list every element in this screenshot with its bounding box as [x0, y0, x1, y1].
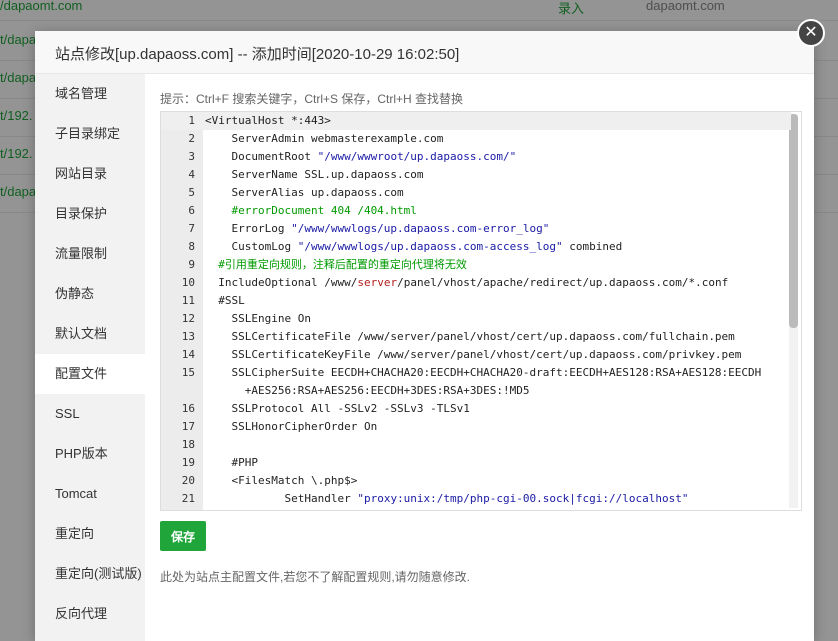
line-number: 2 — [188, 132, 195, 145]
code-line: 12 SSLEngine On — [161, 310, 791, 328]
code-line: 18 — [161, 436, 791, 454]
code-text: ErrorLog "/www/wwwlogs/up.dapaoss.com-er… — [205, 222, 550, 235]
code-text: IncludeOptional /www/server/panel/vhost/… — [205, 276, 729, 289]
code-line: 13 SSLCertificateFile /www/server/panel/… — [161, 328, 791, 346]
code-line: 6 #errorDocument 404 /404.html — [161, 202, 791, 220]
config-warning-note: 此处为站点主配置文件,若您不了解配置规则,请勿随意修改. — [160, 570, 471, 584]
code-line: 11 #SSL — [161, 292, 791, 310]
code-text: <FilesMatch \.php$> — [205, 474, 358, 487]
code-line: 15 SSLCipherSuite EECDH+CHACHA20:EECDH+C… — [161, 364, 791, 382]
modal-header: 站点修改[up.dapaoss.com] -- 添加时间[2020-10-29 … — [35, 31, 814, 74]
code-line: 20 <FilesMatch \.php$> — [161, 472, 791, 490]
line-number: 19 — [181, 456, 195, 469]
code-text: SSLEngine On — [205, 312, 311, 325]
code-text: DocumentRoot "/www/wwwroot/up.dapaoss.co… — [205, 150, 517, 163]
line-number: 12 — [181, 312, 195, 325]
code-text: +AES256:RSA+AES256:EECDH+3DES:RSA+3DES:!… — [205, 384, 530, 397]
code-text: ServerAlias up.dapaoss.com — [205, 186, 404, 199]
line-number: 14 — [181, 348, 195, 361]
code-line: 3 DocumentRoot "/www/wwwroot/up.dapaoss.… — [161, 148, 791, 166]
sidebar-item[interactable]: 域名管理 — [35, 74, 145, 114]
code-line: 1 <VirtualHost *:443> — [161, 112, 791, 130]
config-file-panel: 提示：Ctrl+F 搜索关键字，Ctrl+S 保存，Ctrl+H 查找替换 1 <… — [145, 74, 814, 641]
line-number: 8 — [188, 240, 195, 253]
settings-sidebar: 域名管理 子目录绑定 网站目录 目录保护 流量限制 伪静态 默认文档 配置文件 SSL PHP版本… — [35, 74, 145, 641]
sidebar-item[interactable]: 伪静态 — [35, 274, 145, 314]
line-number: 10 — [181, 276, 195, 289]
code-line: 17 SSLHonorCipherOrder On — [161, 418, 791, 436]
code-text: #引用重定向规则，注释后配置的重定向代理将无效 — [205, 258, 467, 271]
code-line: 9 #引用重定向规则，注释后配置的重定向代理将无效 — [161, 256, 791, 274]
line-number: 13 — [181, 330, 195, 343]
line-number: 6 — [188, 204, 195, 217]
line-number: 11 — [181, 294, 195, 307]
line-number: 17 — [181, 420, 195, 433]
code-line: 8 CustomLog "/www/wwwlogs/up.dapaoss.com… — [161, 238, 791, 256]
code-line: 2 ServerAdmin webmasterexample.com — [161, 130, 791, 148]
sidebar-item[interactable]: 流量限制 — [35, 234, 145, 274]
line-number: 18 — [181, 438, 195, 451]
line-number: 4 — [188, 168, 195, 181]
line-number: 21 — [181, 492, 195, 505]
line-number: 16 — [181, 402, 195, 415]
code-line: 10 IncludeOptional /www/server/panel/vho… — [161, 274, 791, 292]
code-text: #SSL — [205, 294, 245, 307]
code-text: SSLCipherSuite EECDH+CHACHA20:EECDH+CHAC… — [205, 366, 762, 379]
code-text: CustomLog "/www/wwwlogs/up.dapaoss.com-a… — [205, 240, 623, 253]
code-text: #errorDocument 404 /404.html — [205, 204, 417, 217]
line-number: 1 — [188, 114, 195, 127]
code-editor[interactable]: 1 <VirtualHost *:443> 2 ServerAdmin webmas… — [160, 111, 802, 511]
modal-title: 站点修改[up.dapaoss.com] -- 添加时间[2020-10-29 … — [55, 46, 460, 63]
site-edit-modal: 站点修改[up.dapaoss.com] -- 添加时间[2020-10-29 … — [35, 31, 814, 641]
code-text: SSLCertificateFile /www/server/panel/vho… — [205, 330, 735, 343]
code-text: ServerName SSL.up.dapaoss.com — [205, 168, 424, 181]
code-line: 7 ErrorLog "/www/wwwlogs/up.dapaoss.com-… — [161, 220, 791, 238]
sidebar-item[interactable]: 配置文件 — [35, 354, 145, 394]
line-number: 9 — [188, 258, 195, 271]
sidebar-item[interactable]: 默认文档 — [35, 314, 145, 354]
sidebar-item[interactable]: 目录保护 — [35, 194, 145, 234]
code-text: SSLHonorCipherOrder On — [205, 420, 378, 433]
sidebar-item[interactable]: SSL — [35, 394, 145, 434]
line-number: 3 — [188, 150, 195, 163]
code-line: 5 ServerAlias up.dapaoss.com — [161, 184, 791, 202]
sidebar-item[interactable]: 重定向(测试版) — [35, 554, 145, 594]
line-number: 7 — [188, 222, 195, 235]
line-number: 5 — [188, 186, 195, 199]
code-line: 16 SSLProtocol All -SSLv2 -SSLv3 -TLSv1 — [161, 400, 791, 418]
code-text: SSLProtocol All -SSLv2 -SSLv3 -TLSv1 — [205, 402, 470, 415]
code-text: SetHandler "proxy:unix:/tmp/php-cgi-00.s… — [205, 492, 689, 505]
sidebar-item[interactable]: 网站目录 — [35, 154, 145, 194]
line-number: 20 — [181, 474, 195, 487]
close-icon[interactable]: ✕ — [797, 19, 825, 47]
code-line: 14 SSLCertificateKeyFile /www/server/pan… — [161, 346, 791, 364]
code-line: 19 #PHP — [161, 454, 791, 472]
code-line: 21 SetHandler "proxy:unix:/tmp/php-cgi-0… — [161, 490, 791, 508]
sidebar-item[interactable]: 子目录绑定 — [35, 114, 145, 154]
sidebar-item[interactable]: PHP版本 — [35, 434, 145, 474]
sidebar-item[interactable]: 重定向 — [35, 514, 145, 554]
code-text: <VirtualHost *:443> — [205, 114, 331, 127]
code-line: +AES256:RSA+AES256:EECDH+3DES:RSA+3DES:!… — [161, 382, 791, 400]
sidebar-item[interactable]: 反向代理 — [35, 594, 145, 634]
code-line: 4 ServerName SSL.up.dapaoss.com — [161, 166, 791, 184]
line-number: 15 — [181, 366, 195, 379]
code-text: #PHP — [205, 456, 258, 469]
editor-shortcut-hint: 提示：Ctrl+F 搜索关键字，Ctrl+S 保存，Ctrl+H 查找替换 — [160, 92, 464, 106]
code-text: ServerAdmin webmasterexample.com — [205, 132, 444, 145]
sidebar-item[interactable]: Tomcat — [35, 474, 145, 514]
save-button[interactable]: 保存 — [160, 521, 206, 551]
code-text: SSLCertificateKeyFile /www/server/panel/… — [205, 348, 742, 361]
